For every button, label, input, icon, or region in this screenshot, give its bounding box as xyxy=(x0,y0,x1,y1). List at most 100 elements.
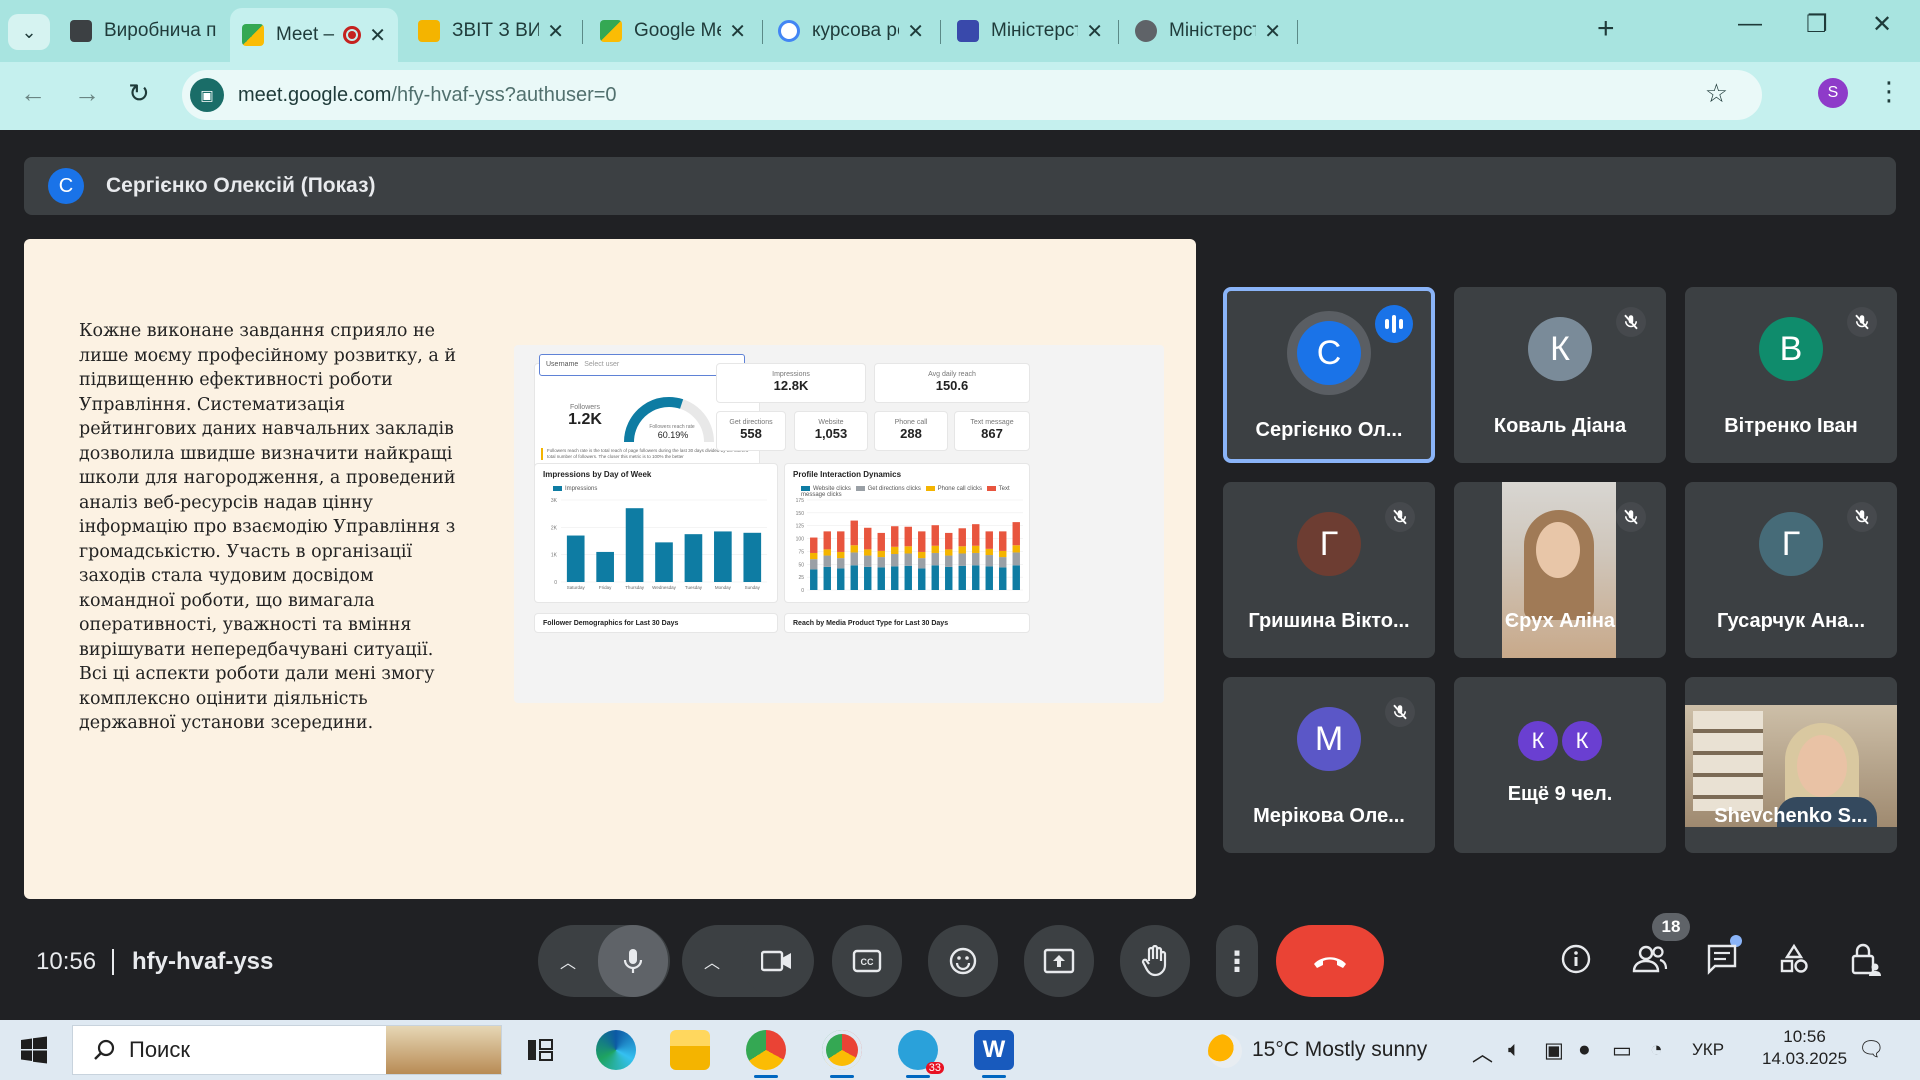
word-icon[interactable]: W xyxy=(974,1030,1014,1078)
stacked-bar-segment xyxy=(837,531,845,552)
file-explorer-icon[interactable] xyxy=(670,1030,710,1070)
close-icon[interactable]: ✕ xyxy=(369,23,386,48)
weather-text[interactable]: 15°C Mostly sunny xyxy=(1252,1038,1427,1062)
mic-off-icon xyxy=(1385,502,1415,532)
tab-kursova[interactable]: курсова робо ✕ xyxy=(766,8,936,54)
stacked-bar-segment xyxy=(931,525,939,546)
bar xyxy=(566,535,585,582)
wifi-icon[interactable]: ◔ xyxy=(1650,1038,1663,1062)
close-icon[interactable]: ✕ xyxy=(547,19,564,44)
bookmark-star-icon[interactable]: ☆ xyxy=(1705,78,1728,109)
chevron-up-icon[interactable]: ︿ xyxy=(704,949,720,973)
captions-button[interactable]: CC xyxy=(832,925,902,997)
stacked-bar-segment xyxy=(972,545,980,553)
others-tile[interactable]: КК Ещё 9 чел. xyxy=(1454,677,1666,853)
tab-meet-active[interactable]: Meet – hfy ✕ xyxy=(230,8,398,62)
activities-icon xyxy=(1780,943,1808,973)
chat-button[interactable] xyxy=(1706,943,1738,980)
speaker-icon[interactable]: 🔈︎ xyxy=(1508,1038,1521,1062)
restore-button[interactable]: ❐ xyxy=(1806,10,1828,39)
people-button[interactable] xyxy=(1632,943,1668,980)
participant-tile[interactable]: С Сергієнко Ол... xyxy=(1223,287,1435,463)
mic-button[interactable] xyxy=(598,925,668,997)
back-button[interactable]: ← xyxy=(20,78,46,109)
forward-button[interactable]: → xyxy=(74,78,100,109)
edge-icon[interactable] xyxy=(596,1030,636,1070)
address-bar[interactable]: ▣ meet.google.com/hfy-hvaf-yss?authuser=… xyxy=(182,70,1762,120)
close-icon[interactable]: ✕ xyxy=(907,19,924,44)
meeting-info-button[interactable] xyxy=(1560,943,1592,980)
meeting-code[interactable]: hfy-hvaf-yss xyxy=(132,948,273,976)
close-icon[interactable]: ✕ xyxy=(1264,19,1281,44)
participant-tile[interactable]: Г Гришина Вікто... xyxy=(1223,482,1435,658)
present-screen-icon xyxy=(1043,948,1075,974)
lock-person-icon xyxy=(1851,943,1881,976)
windows-start-button[interactable] xyxy=(20,1036,48,1069)
tab-ministerstvo-2[interactable]: Міністерство ✕ xyxy=(1123,8,1293,54)
reload-button[interactable]: ↻ xyxy=(128,78,150,109)
more-options-button[interactable]: ⋮ xyxy=(1216,925,1258,997)
impressions-card: Impressions 12.8K xyxy=(716,363,866,403)
tab-title: Meet – hfy xyxy=(276,24,337,45)
profile-avatar[interactable]: S xyxy=(1818,78,1848,108)
tab-strip: ⌄ Виробнича п ✕ Meet – hfy ✕ ЗВІТ З ВИРО… xyxy=(0,0,1920,62)
stacked-bar-segment xyxy=(877,550,885,558)
new-tab-button[interactable]: + xyxy=(1597,12,1615,46)
chevron-up-icon[interactable]: ︿ xyxy=(1472,1038,1493,1068)
task-view-icon[interactable] xyxy=(520,1030,560,1070)
taskbar-clock[interactable]: 10:56 14.03.2025 xyxy=(1762,1026,1847,1070)
hangup-icon xyxy=(1314,957,1346,968)
host-controls-button[interactable] xyxy=(1850,943,1882,982)
close-icon[interactable]: ✕ xyxy=(729,19,746,44)
camera-button[interactable] xyxy=(742,925,812,997)
participant-tile[interactable]: К Коваль Діана xyxy=(1454,287,1666,463)
participant-tile[interactable]: Shevchenko S... xyxy=(1685,677,1897,853)
participant-tile[interactable]: Г Гусарчук Ана... xyxy=(1685,482,1897,658)
notifications-icon[interactable]: 🗨︎ xyxy=(1858,1038,1885,1062)
presenter-bar: С Сергієнко Олексій (Показ) xyxy=(24,157,1896,215)
language-indicator[interactable]: УКР xyxy=(1692,1040,1724,1060)
site-info-icon[interactable]: ▣ xyxy=(190,78,224,112)
weather-icon[interactable] xyxy=(1208,1034,1242,1068)
chevron-up-icon[interactable]: ︿ xyxy=(560,949,576,973)
mic-off-icon xyxy=(1847,307,1877,337)
phone-label: Phone call xyxy=(894,419,928,426)
participant-tile[interactable]: В Вітренко Іван xyxy=(1685,287,1897,463)
others-avatars: КК xyxy=(1454,721,1666,761)
minimize-button[interactable]: — xyxy=(1738,10,1762,38)
url-text[interactable]: meet.google.com/hfy-hvaf-yss?authuser=0 xyxy=(238,84,617,107)
participant-avatar: Г xyxy=(1759,512,1823,576)
telegram-icon[interactable]: 33 xyxy=(898,1030,944,1078)
bar xyxy=(684,534,703,582)
raise-hand-button[interactable] xyxy=(1120,925,1190,997)
tab-zvit[interactable]: ЗВІТ З ВИРОБ ✕ xyxy=(406,8,576,54)
stacked-bar-segment xyxy=(837,558,845,569)
stacked-bar-segment xyxy=(823,549,831,556)
y-tick-label: 50 xyxy=(798,562,804,568)
close-icon[interactable]: ✕ xyxy=(1086,19,1103,44)
tab-search-button[interactable]: ⌄ xyxy=(8,14,50,50)
reactions-button[interactable] xyxy=(928,925,998,997)
battery-icon[interactable]: ▭ xyxy=(1612,1038,1632,1063)
browser-menu-button[interactable]: ⋮ xyxy=(1876,76,1902,107)
dashboard-screenshot: Username Select user Followers 1.2K Foll… xyxy=(514,345,1164,703)
stacked-bar-segment xyxy=(904,565,912,590)
chrome-icon[interactable] xyxy=(746,1030,786,1078)
present-button[interactable] xyxy=(1024,925,1094,997)
leave-call-button[interactable] xyxy=(1276,925,1384,997)
taskbar-search[interactable]: Поиск xyxy=(72,1025,502,1075)
participant-tile[interactable]: Єрух Аліна xyxy=(1454,482,1666,658)
followers-block: Followers 1.2K xyxy=(555,404,615,429)
directions-value: 558 xyxy=(740,426,762,441)
stacked-bar-segment xyxy=(864,555,872,567)
tab-ministerstvo-1[interactable]: Міністерство ✕ xyxy=(945,8,1115,54)
participant-tile[interactable]: М Мерікова Оле... xyxy=(1223,677,1435,853)
meeting-clock: 10:56 xyxy=(36,948,97,975)
close-window-button[interactable]: ✕ xyxy=(1872,10,1892,39)
activities-button[interactable] xyxy=(1778,943,1810,980)
mic-tray-icon[interactable]: ● xyxy=(1578,1038,1591,1062)
y-tick-label: 100 xyxy=(796,537,805,543)
meet-tray-icon[interactable]: ▣ xyxy=(1544,1038,1564,1063)
tab-google-meet[interactable]: Google Meet ✕ xyxy=(588,8,758,54)
chrome-profile-icon[interactable] xyxy=(822,1030,862,1078)
